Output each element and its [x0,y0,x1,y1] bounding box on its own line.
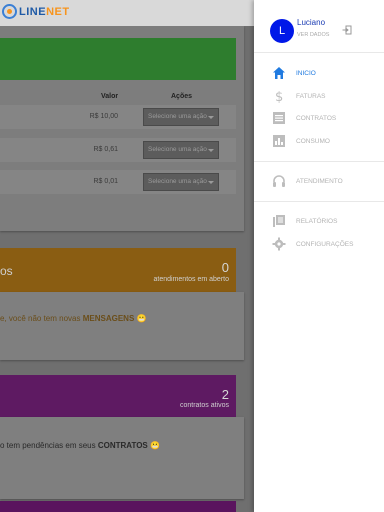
divider [254,201,384,202]
atendimentos-label: atendimentos em aberto [153,276,230,283]
svg-text:$: $ [275,90,283,103]
user-name: Luciano [297,18,326,27]
action-select[interactable]: Selecione uma ação [143,108,219,126]
bar-chart-icon [273,135,285,147]
home-icon [273,67,285,79]
ver-dados-link[interactable]: VER DADOS [297,32,329,38]
contratos-message: o tem pendências em seus CONTRATOS 😬 [0,441,160,450]
atendimentos-card: e, você não tem novas MENSAGENS 😬 [0,292,244,360]
logo-line: LINE [19,5,47,18]
nav-label: ATENDIMENTO [296,177,343,185]
dollar-icon: $ [275,90,283,103]
message-prefix: o tem pendências em seus [0,441,98,450]
nav-item-atendimento[interactable]: ATENDIMENTO [272,174,343,188]
column-acoes: Ações [171,93,193,100]
linenet-logo[interactable]: LINENET [2,4,70,19]
contratos-count: 2 [221,387,229,402]
headset-icon [273,175,285,187]
dashboard-content: Valor Ações R$ 10,00 Selecione uma ação … [0,26,254,512]
reports-icon [273,215,285,227]
message-strong: CONTRATOS [97,441,148,450]
nav-item-relatorios[interactable]: RELATÓRIOS [272,214,337,228]
nav-label: INICIO [296,69,316,77]
contratos-label: contratos ativos [179,402,229,409]
table-row: R$ 10,00 Selecione uma ação [0,105,236,129]
divider [254,52,384,53]
faturas-header-bar [0,38,236,80]
next-card-header-bar [0,501,236,512]
logo-icon [2,4,17,19]
document-icon [273,112,285,124]
gear-icon [272,237,286,251]
row-value: R$ 10,00 [89,113,118,120]
logo-text: LINENET [19,6,70,18]
action-select[interactable]: Selecione uma ação [143,173,219,191]
contratos-card: o tem pendências em seus CONTRATOS 😬 [0,417,244,499]
nav-item-consumo[interactable]: CONSUMO [272,134,330,148]
table-row: R$ 0,61 Selecione uma ação [0,138,236,162]
logo-net: NET [46,5,70,18]
message-strong: MENSAGENS [82,314,135,323]
emoji-icon: 😬 [136,314,147,323]
atendimentos-count: 0 [221,260,229,275]
atendimentos-title: os [0,264,13,278]
atendimentos-header-bar[interactable]: os 0 atendimentos em aberto [0,248,236,292]
emoji-icon: 😬 [150,441,160,450]
nav-item-contratos[interactable]: CONTRATOS [272,111,336,125]
logout-icon[interactable] [342,25,352,35]
action-select[interactable]: Selecione uma ação [143,141,219,159]
row-value: R$ 0,01 [93,178,118,185]
nav-label: CONSUMO [296,137,330,145]
navigation-drawer: L Luciano VER DADOS INICIO $ FATURAS CON… [254,0,384,512]
nav-item-inicio[interactable]: INICIO [272,66,316,80]
contratos-header-bar[interactable]: 2 contratos ativos [0,375,236,417]
nav-label: FATURAS [296,92,326,100]
faturas-card: Valor Ações R$ 10,00 Selecione uma ação … [0,26,244,231]
atendimentos-message: e, você não tem novas MENSAGENS 😬 [0,314,146,323]
avatar[interactable]: L [270,19,294,43]
row-value: R$ 0,61 [93,146,118,153]
top-app-bar: LINENET [0,0,254,26]
nav-item-faturas[interactable]: $ FATURAS [272,89,326,103]
column-valor: Valor [101,93,119,100]
nav-label: CONFIGURAÇÕES [296,240,354,248]
nav-label: RELATÓRIOS [296,217,338,225]
nav-item-configuracoes[interactable]: CONFIGURAÇÕES [272,237,353,251]
divider [254,161,384,162]
table-row: R$ 0,01 Selecione uma ação [0,170,236,194]
nav-label: CONTRATOS [296,114,337,122]
message-prefix: e, você não tem novas [0,314,83,323]
